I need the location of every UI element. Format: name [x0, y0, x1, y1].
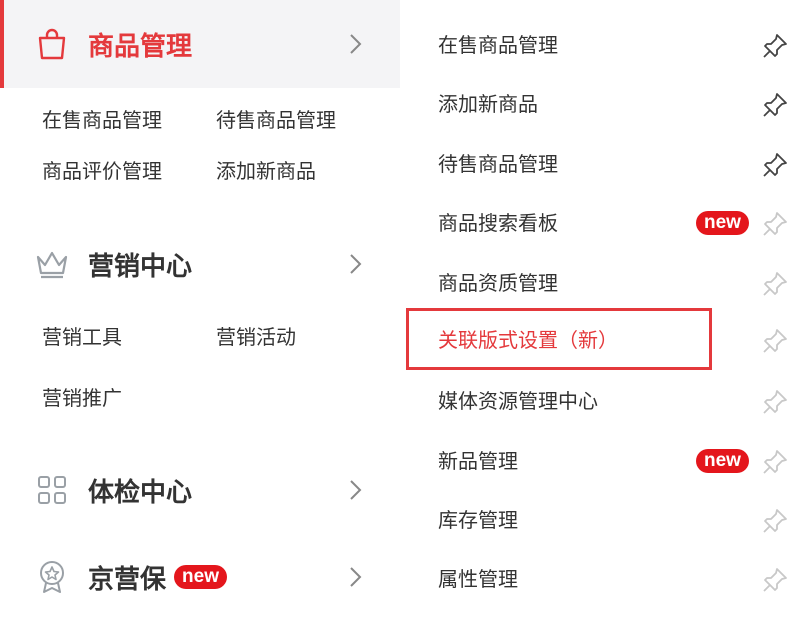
- submenu-item[interactable]: 媒体资源管理中心: [400, 371, 798, 431]
- submenu-item-label: 待售商品管理: [438, 152, 558, 176]
- submenu-item-label: 媒体资源管理中心: [438, 389, 598, 413]
- pin-icon[interactable]: [762, 152, 788, 178]
- submenu-link-on-sale-products[interactable]: 在售商品管理: [42, 104, 162, 133]
- pin-icon[interactable]: [762, 389, 788, 415]
- pin-icon[interactable]: [762, 567, 788, 593]
- submenu-link-marketing-activities[interactable]: 营销活动: [216, 321, 296, 350]
- pin-icon[interactable]: [762, 92, 788, 118]
- submenu-item-label: 属性管理: [438, 567, 518, 591]
- chevron-right-icon[interactable]: [344, 33, 366, 55]
- submenu-item[interactable]: 新品管理 new: [400, 431, 798, 491]
- submenu-item-label: 添加新商品: [438, 92, 538, 116]
- submenu-item-label: 商品搜索看板: [438, 211, 558, 235]
- pin-icon[interactable]: [762, 271, 788, 297]
- submenu-item[interactable]: 添加新商品: [400, 74, 798, 134]
- chevron-right-icon[interactable]: [344, 479, 366, 501]
- submenu-item-label: 在售商品管理: [438, 33, 558, 57]
- section-title: 营销中心: [88, 251, 193, 282]
- section-title: 京营保 new: [88, 559, 227, 596]
- submenu-item-highlighted[interactable]: 关联版式设置（新）: [400, 310, 798, 370]
- submenu-item[interactable]: 库存管理: [400, 490, 798, 550]
- submenu-link-add-product[interactable]: 添加新商品: [216, 155, 316, 184]
- submenu-link-marketing-promotion[interactable]: 营销推广: [42, 382, 122, 411]
- submenu-link-product-reviews[interactable]: 商品评价管理: [42, 155, 162, 184]
- submenu-item-label: 关联版式设置（新）: [438, 328, 618, 352]
- submenu-item[interactable]: 商品资质管理: [400, 253, 798, 313]
- shopping-bag-icon: [34, 26, 70, 62]
- pin-icon[interactable]: [762, 449, 788, 475]
- submenu-link-pending-products[interactable]: 待售商品管理: [216, 104, 336, 133]
- submenu-item[interactable]: 属性管理: [400, 549, 798, 609]
- pin-icon[interactable]: [762, 33, 788, 59]
- submenu-item-label: 库存管理: [438, 508, 518, 532]
- medal-icon: [34, 559, 70, 595]
- submenu-item[interactable]: 待售商品管理: [400, 134, 798, 194]
- category-menu: 商品管理 在售商品管理 待售商品管理 商品评价管理 添加新商品 营销中心 营销工…: [0, 0, 400, 611]
- submenu-item[interactable]: 在售商品管理: [400, 15, 798, 75]
- section-title: 体检中心: [88, 477, 193, 508]
- grid-apps-icon: [34, 472, 70, 508]
- menu-section-marketing-center[interactable]: 营销中心: [0, 220, 400, 308]
- new-badge: new: [174, 565, 227, 589]
- section-title-text: 京营保: [88, 564, 167, 595]
- pin-icon[interactable]: [762, 211, 788, 237]
- menu-section-health-check-center[interactable]: 体检中心: [0, 446, 400, 534]
- section-title: 商品管理: [88, 31, 193, 62]
- product-management-submenu: 在售商品管理 添加新商品 待售商品管理 商品搜索看板 new 商品资质管理 关联…: [400, 0, 798, 611]
- submenu-link-marketing-tools[interactable]: 营销工具: [42, 321, 122, 350]
- menu-section-product-management[interactable]: 商品管理: [0, 0, 400, 88]
- pin-icon[interactable]: [762, 328, 788, 354]
- chevron-right-icon[interactable]: [344, 253, 366, 275]
- chevron-right-icon[interactable]: [344, 566, 366, 588]
- menu-section-jingyingbao[interactable]: 京营保 new: [0, 533, 400, 621]
- submenu-item-label: 新品管理: [438, 449, 518, 473]
- submenu-item-label: 商品资质管理: [438, 271, 558, 295]
- pin-icon[interactable]: [762, 508, 788, 534]
- new-badge: new: [696, 211, 749, 235]
- new-badge: new: [696, 449, 749, 473]
- submenu-item[interactable]: 商品搜索看板 new: [400, 193, 798, 253]
- crown-icon: [34, 246, 70, 282]
